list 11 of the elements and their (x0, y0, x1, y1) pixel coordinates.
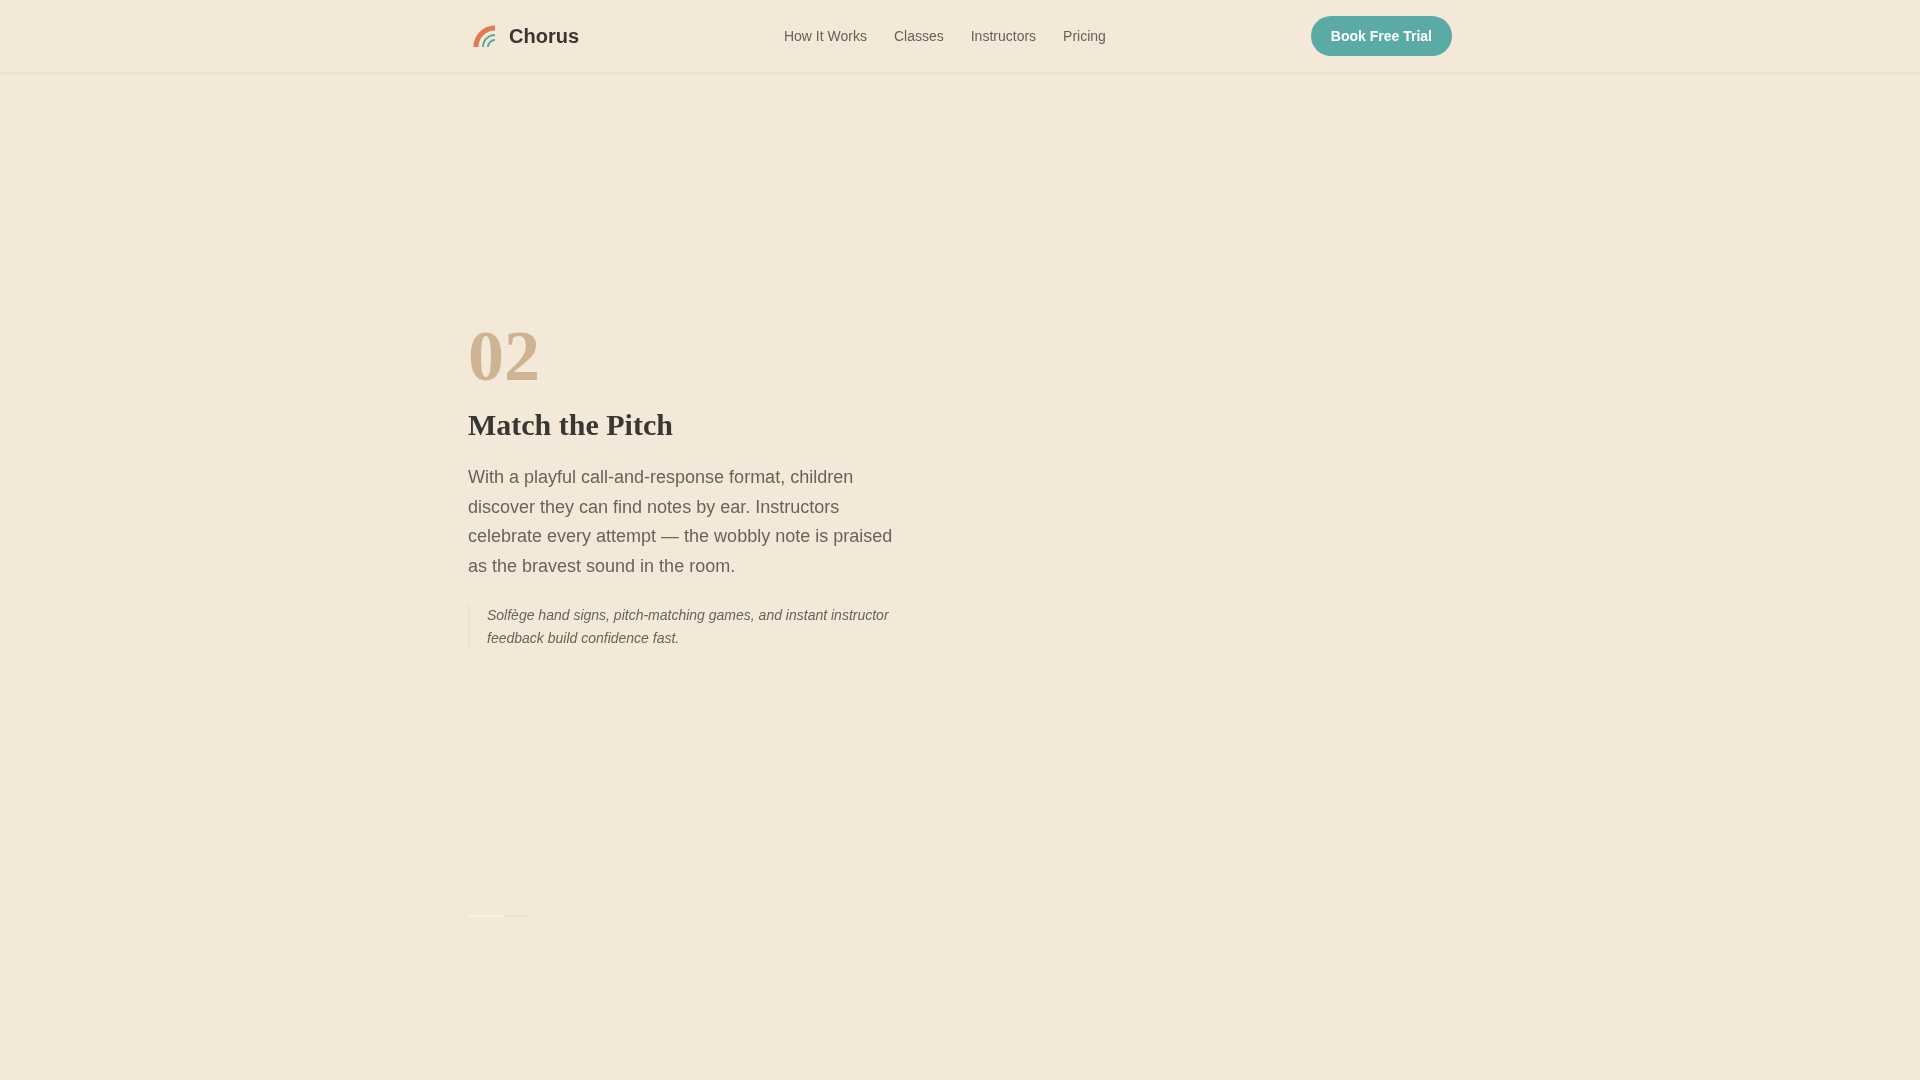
step-note: Solfège hand signs, pitch-matching games, and instant instructor feedback build confidence fast. (468, 604, 907, 650)
rainbow-logo-icon (473, 25, 497, 47)
nav-link[interactable]: How It Works (783, 28, 867, 44)
nav-link[interactable]: Pricing (1063, 28, 1106, 44)
brand-link[interactable]: Chorus (468, 24, 579, 48)
nav-link[interactable]: Classes (893, 28, 944, 44)
step-description: With a playful call-and-response format, children discover they can find notes by ear. Instructors celebrate every attempt — the wobbly note is praised as the bravest sound in the room. (468, 466, 894, 578)
step-title: Match the Pitch (468, 407, 674, 443)
brand-name: Chorus (509, 24, 579, 48)
step-number: 02 (468, 316, 540, 396)
nav-link[interactable]: Instructors (970, 28, 1037, 44)
